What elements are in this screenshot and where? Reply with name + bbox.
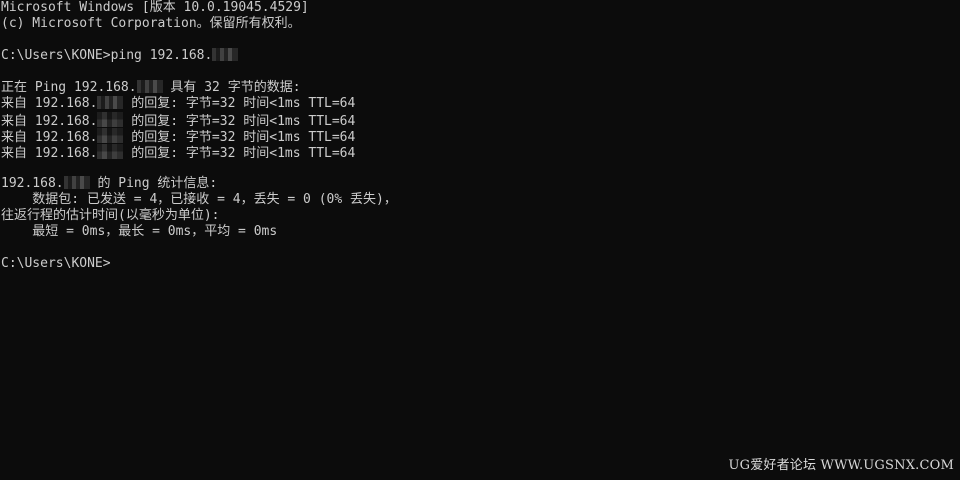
redacted-ip-mask	[97, 112, 124, 127]
site-watermark: UG爱好者论坛 WWW.UGSNX.COM	[728, 458, 954, 473]
redacted-ip-mask	[97, 128, 124, 143]
reply-prefix: 来自 192.168.	[1, 114, 98, 129]
packets-stats-line: 数据包: 已发送 = 4，已接收 = 4，丢失 = 0 (0% 丢失)，	[1, 192, 397, 207]
reply-suffix: 的回复: 字节=32 时间<1ms TTL=64	[123, 130, 356, 145]
reply-line: 来自 192.168. 的回复: 字节=32 时间<1ms TTL=64	[1, 128, 397, 145]
redacted-ip-mask	[212, 48, 239, 61]
reply-prefix: 来自 192.168.	[1, 96, 98, 111]
reply-prefix: 来自 192.168.	[1, 146, 98, 161]
pinging-prefix: 正在 Ping 192.168.	[1, 80, 137, 95]
reply-prefix: 来自 192.168.	[1, 130, 98, 145]
pinging-line: 正在 Ping 192.168. 具有 32 字节的数据:	[1, 80, 397, 96]
rtt-header-line: 往返行程的估计时间(以毫秒为单位):	[1, 208, 220, 223]
reply-suffix: 的回复: 字节=32 时间<1ms TTL=64	[123, 146, 356, 161]
stats-suffix: 的 Ping 统计信息:	[89, 176, 218, 191]
stats-header-line: 192.168. 的 Ping 统计信息:	[1, 176, 397, 192]
rtt-values-line: 最短 = 0ms，最长 = 0ms，平均 = 0ms	[1, 224, 278, 239]
reply-suffix: 的回复: 字节=32 时间<1ms TTL=64	[123, 114, 356, 129]
copyright-line: (c) Microsoft Corporation。保留所有权利。	[1, 16, 301, 31]
redacted-ip-mask	[97, 144, 124, 159]
pinging-suffix: 具有 32 字节的数据:	[162, 80, 301, 95]
redacted-ip-mask	[97, 96, 124, 109]
reply-line: 来自 192.168. 的回复: 字节=32 时间<1ms TTL=64	[1, 96, 397, 112]
reply-suffix: 的回复: 字节=32 时间<1ms TTL=64	[123, 96, 356, 111]
reply-line: 来自 192.168. 的回复: 字节=32 时间<1ms TTL=64	[1, 144, 397, 161]
redacted-ip-mask	[136, 80, 163, 93]
ping-command-line: C:\Users\KONE>ping 192.168.	[1, 48, 397, 64]
ping-command: C:\Users\KONE>ping 192.168.	[1, 48, 213, 63]
version-line: Microsoft Windows [版本 10.0.19045.4529]	[1, 0, 309, 15]
redacted-ip-mask	[63, 176, 90, 189]
terminal-window[interactable]: Microsoft Windows [版本 10.0.19045.4529] (…	[0, 0, 960, 480]
terminal-output: Microsoft Windows [版本 10.0.19045.4529] (…	[1, 0, 397, 272]
stats-prefix: 192.168.	[1, 176, 64, 191]
reply-line: 来自 192.168. 的回复: 字节=32 时间<1ms TTL=64	[1, 112, 397, 129]
command-prompt-line[interactable]: C:\Users\KONE>	[1, 256, 397, 272]
